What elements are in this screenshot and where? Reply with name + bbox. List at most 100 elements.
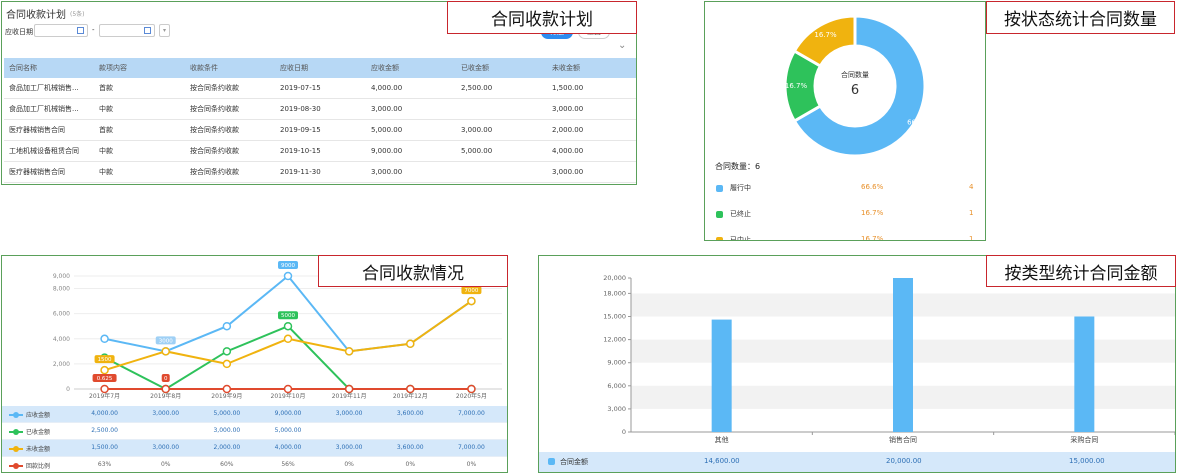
table-row[interactable]: 医疗器械销售合同 首款 按合同条约收款 2019-09-15 5,000.00 3,000… bbox=[4, 120, 636, 141]
bar[interactable] bbox=[1074, 316, 1095, 433]
series-point[interactable] bbox=[222, 359, 232, 369]
collection-value: 2,500.00 bbox=[91, 427, 118, 434]
amount-value: 14,600.00 bbox=[704, 457, 740, 465]
table-cell: 医疗器械销售合同 bbox=[9, 168, 65, 176]
series-point[interactable] bbox=[100, 384, 109, 394]
table-row[interactable]: 医疗器械销售合同 中款 按合同条约收款 2019-11-30 3,000.00 3,000… bbox=[4, 162, 636, 183]
series-point[interactable] bbox=[161, 347, 170, 356]
series-point[interactable] bbox=[100, 365, 109, 375]
slice-label: 16.7% bbox=[785, 82, 808, 90]
data-label: 3000 bbox=[159, 338, 173, 344]
collection-value: 3,000.00 bbox=[152, 444, 180, 451]
table-cell: 工地机械设备租赁合同 bbox=[9, 147, 79, 155]
status-total: 合同数量：6 bbox=[715, 162, 761, 171]
table-cell: 按合同条约收款 bbox=[190, 84, 239, 92]
amount-summary-row: 合同金额 14,600.00 20,000.00 15,000.00 bbox=[539, 452, 1175, 472]
series-point[interactable] bbox=[283, 334, 293, 344]
series-legend-marker bbox=[9, 429, 23, 435]
table-cell: 3,000.00 bbox=[371, 168, 403, 176]
table-cell: 9,000.00 bbox=[371, 147, 403, 155]
donut-center-value: 6 bbox=[851, 83, 859, 98]
series-point[interactable] bbox=[467, 384, 476, 394]
collection-value: 3,600.00 bbox=[396, 444, 424, 451]
collection-value: 4,000.00 bbox=[91, 410, 118, 417]
series-point[interactable] bbox=[222, 321, 232, 331]
table-cell: 3,000.00 bbox=[461, 126, 493, 134]
collection-value: 0% bbox=[344, 461, 354, 468]
collapse-chevron-icon[interactable]: ⌄ bbox=[618, 40, 626, 51]
column-header: 合同名称 bbox=[9, 64, 37, 72]
payment-plan-callout: 合同收款计划 bbox=[447, 1, 637, 34]
series-legend-dot bbox=[13, 446, 19, 452]
status-panel: 66.6% 16.7% 16.7% 合同数量 6 合同数量：6 履行中 66.6% 4 已终止… bbox=[704, 1, 986, 241]
table-cell: 4,000.00 bbox=[552, 147, 584, 155]
series-point[interactable] bbox=[222, 384, 232, 394]
series-point[interactable] bbox=[406, 384, 415, 394]
legend-row[interactable]: 履行中 66.6% 4 bbox=[705, 182, 985, 196]
legend-row[interactable]: 已中止 16.7% 1 bbox=[705, 234, 985, 241]
table-header: 合同名称 款项内容 收款条件 应收日期 应收金额 已收金额 未收金额 bbox=[4, 58, 636, 78]
legend-name: 履行中 bbox=[730, 184, 751, 192]
table-cell: 按合同条约收款 bbox=[190, 126, 239, 134]
y-tick-label: 8,000 bbox=[53, 286, 70, 293]
y-tick-label: 3,000 bbox=[607, 405, 626, 413]
table-cell: 食品加工厂机械销售... bbox=[9, 84, 79, 92]
y-tick-label: 0 bbox=[622, 428, 626, 436]
collection-value: 60% bbox=[220, 461, 234, 468]
series-legend-marker bbox=[9, 412, 23, 418]
table-cell: 2,500.00 bbox=[461, 84, 493, 92]
series-point[interactable] bbox=[344, 384, 354, 394]
y-tick-label: 4,000 bbox=[53, 336, 70, 343]
series-point[interactable] bbox=[467, 296, 476, 306]
bar[interactable] bbox=[893, 278, 913, 432]
data-label: 7000 bbox=[464, 288, 478, 294]
table-cell: 2019-10-15 bbox=[280, 147, 321, 155]
legend-row[interactable]: 已终止 16.7% 1 bbox=[705, 208, 985, 222]
date-dropdown[interactable]: ▾ bbox=[159, 24, 170, 37]
legend-swatch bbox=[716, 237, 723, 240]
legend-swatch bbox=[716, 185, 723, 192]
end-date-input[interactable] bbox=[99, 24, 155, 37]
table-cell: 2019-07-15 bbox=[280, 84, 321, 92]
collection-value: 0% bbox=[405, 461, 416, 468]
y-tick-label: 9,000 bbox=[53, 273, 70, 280]
series-point[interactable] bbox=[100, 334, 109, 344]
table-cell: 2019-11-30 bbox=[280, 168, 321, 176]
legend-name: 已终止 bbox=[730, 210, 751, 218]
table-cell: 食品加工厂机械销售... bbox=[9, 105, 79, 113]
collection-row: 已收金额 2,500.00 3,000.00 5,000.00 bbox=[2, 423, 507, 440]
series-point[interactable] bbox=[406, 339, 415, 349]
collection-value: 3,600.00 bbox=[396, 410, 424, 417]
x-tick-label: 采购合同 bbox=[1070, 435, 1098, 444]
collection-value: 3,000.00 bbox=[152, 410, 180, 417]
column-header: 款项内容 bbox=[99, 64, 127, 72]
series-point[interactable] bbox=[222, 347, 232, 356]
table-cell: 中款 bbox=[99, 168, 113, 176]
table-row[interactable]: 食品加工厂机械销售... 中款 按合同条约收款 2019-08-30 3,000.00 3… bbox=[4, 99, 636, 120]
collection-value: 7,000.00 bbox=[458, 410, 485, 417]
table-row[interactable]: 工地机械设备租赁合同 中款 按合同条约收款 2019-10-15 9,000.00 5,0… bbox=[4, 141, 636, 162]
data-label: 0 bbox=[164, 376, 168, 382]
series-point[interactable] bbox=[161, 384, 170, 394]
y-tick-label: 20,000 bbox=[603, 274, 626, 282]
collection-row: 应收金额 4,000.00 3,000.00 5,000.00 9,000.00 3,00… bbox=[2, 406, 507, 423]
table-cell: 3,000.00 bbox=[552, 105, 584, 113]
series-name: 未收金额 bbox=[26, 446, 51, 453]
legend-count: 1 bbox=[969, 235, 974, 241]
series-point[interactable] bbox=[283, 321, 293, 331]
legend-pct: 16.7% bbox=[861, 209, 884, 217]
table-cell: 医疗器械销售合同 bbox=[9, 126, 65, 134]
table-cell: 3,000.00 bbox=[371, 105, 403, 113]
table-row[interactable]: 食品加工厂机械销售... 首款 按合同条约收款 2019-07-15 4,000.00 2… bbox=[4, 78, 636, 99]
series-point[interactable] bbox=[283, 384, 293, 394]
x-tick-label: 销售合同 bbox=[889, 435, 917, 444]
series-point[interactable] bbox=[283, 271, 293, 281]
slice-label: 16.7% bbox=[814, 31, 837, 39]
series-point[interactable] bbox=[344, 347, 354, 356]
column-header: 未收金额 bbox=[552, 64, 580, 72]
status-callout: 按状态统计合同数量 bbox=[986, 1, 1175, 34]
start-date-input[interactable] bbox=[34, 24, 88, 37]
x-tick-label: 其他 bbox=[715, 435, 729, 444]
bar[interactable] bbox=[711, 319, 732, 432]
collection-row: 回款比例 63% 0% 60% 56% 0% 0% 0% bbox=[2, 457, 507, 472]
